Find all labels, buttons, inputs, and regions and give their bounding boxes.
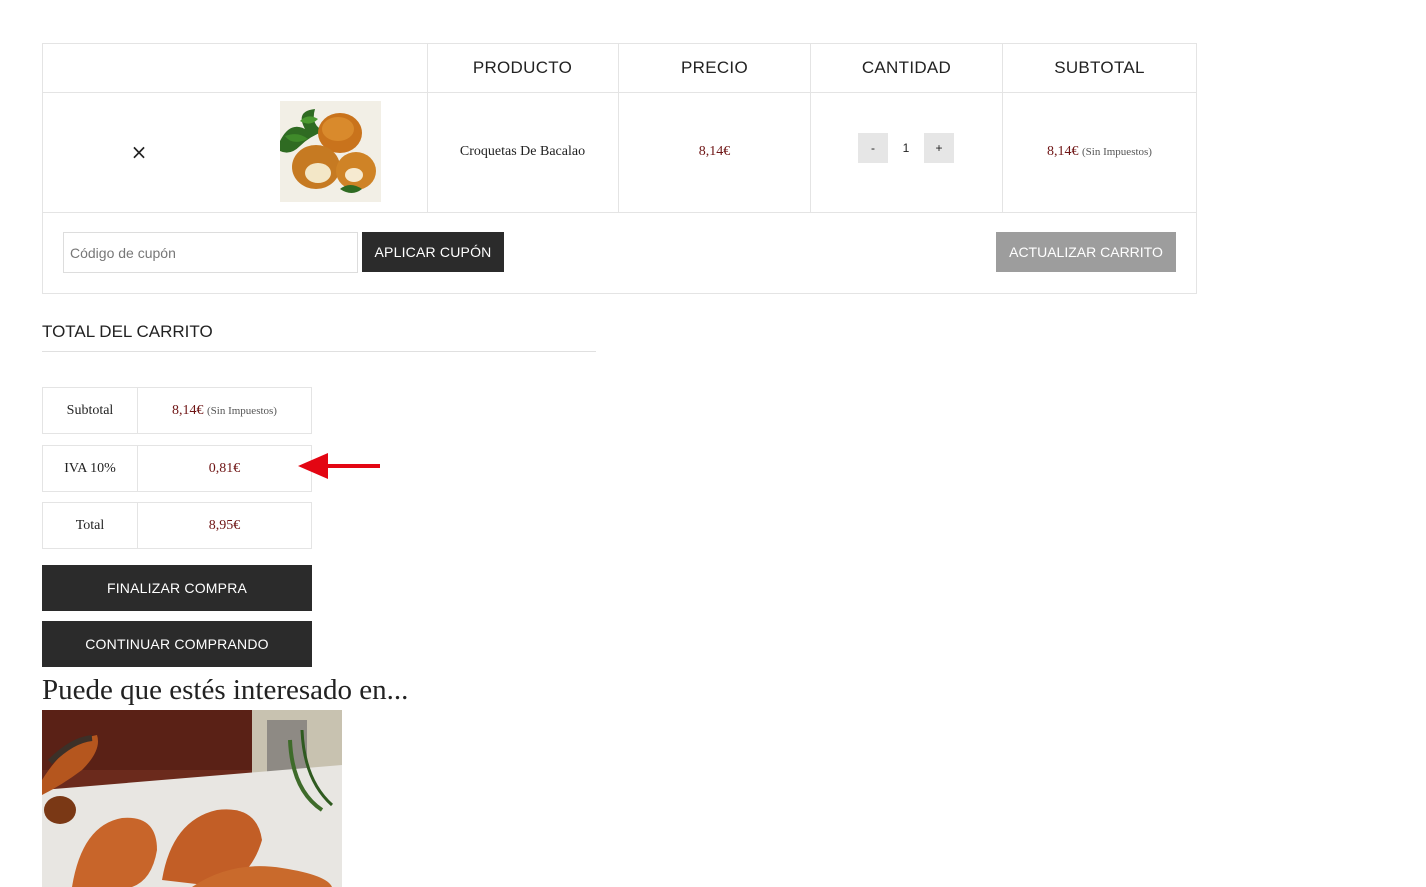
quantity-increase-button[interactable]: + — [924, 133, 954, 163]
totals-subtotal-note: (Sin Impuestos) — [207, 405, 277, 417]
totals-label-total: Total — [43, 503, 138, 548]
totals-value-subtotal: 8,14€ (Sin Impuestos) — [138, 388, 311, 433]
totals-value-tax: 0,81€ — [208, 461, 241, 476]
update-cart-button[interactable]: ACTUALIZAR CARRITO — [996, 232, 1176, 272]
coupon-code-input[interactable] — [63, 232, 358, 273]
header-price: PRECIO — [681, 58, 748, 77]
product-name[interactable]: Croquetas De Bacalao — [427, 92, 618, 212]
totals-label-subtotal: Subtotal — [43, 388, 138, 433]
continue-shopping-button[interactable]: CONTINUAR COMPRANDO — [42, 621, 312, 667]
related-product-image[interactable] — [42, 710, 342, 887]
product-subtotal: 8,14€ (Sin Impuestos) — [1003, 92, 1196, 212]
related-products-heading: Puede que estés interesado en... — [42, 674, 409, 706]
red-arrow-annotation-icon — [298, 453, 380, 479]
header-subtotal: SUBTOTAL — [1054, 58, 1145, 77]
totals-row-total: Total 8,95€ — [42, 502, 312, 549]
quantity-stepper: - 1 + — [858, 133, 954, 163]
totals-label-tax: IVA 10% — [43, 446, 138, 491]
quantity-decrease-button[interactable]: - — [858, 133, 888, 163]
product-subtotal-note: (Sin Impuestos) — [1082, 146, 1152, 158]
table-row: × Croquetas De Bacalao 8,14€ - 1 + 8,14€… — [43, 92, 1196, 213]
cart-totals-title: TOTAL DEL CARRITO — [42, 322, 596, 352]
header-product: PRODUCTO — [472, 58, 573, 77]
checkout-button[interactable]: FINALIZAR COMPRA — [42, 565, 312, 611]
quantity-input[interactable]: 1 — [888, 133, 924, 163]
product-thumbnail[interactable] — [280, 101, 381, 202]
totals-row-tax: IVA 10% 0,81€ — [42, 445, 312, 492]
cart-table: PRODUCTO PRECIO CANTIDAD SUBTOTAL × Croq… — [42, 43, 1197, 294]
totals-value-total: 8,95€ — [208, 518, 241, 533]
header-quantity: CANTIDAD — [861, 58, 952, 77]
totals-row-subtotal: Subtotal 8,14€ (Sin Impuestos) — [42, 387, 312, 434]
product-subtotal-value: 8,14€ — [1047, 144, 1079, 159]
close-icon[interactable]: × — [129, 142, 149, 162]
cart-header-row: PRODUCTO PRECIO CANTIDAD SUBTOTAL — [43, 44, 1196, 93]
product-price: 8,14€ — [698, 144, 731, 159]
totals-subtotal-amount: 8,14€ — [172, 403, 204, 418]
apply-coupon-button[interactable]: APLICAR CUPÓN — [362, 232, 504, 272]
